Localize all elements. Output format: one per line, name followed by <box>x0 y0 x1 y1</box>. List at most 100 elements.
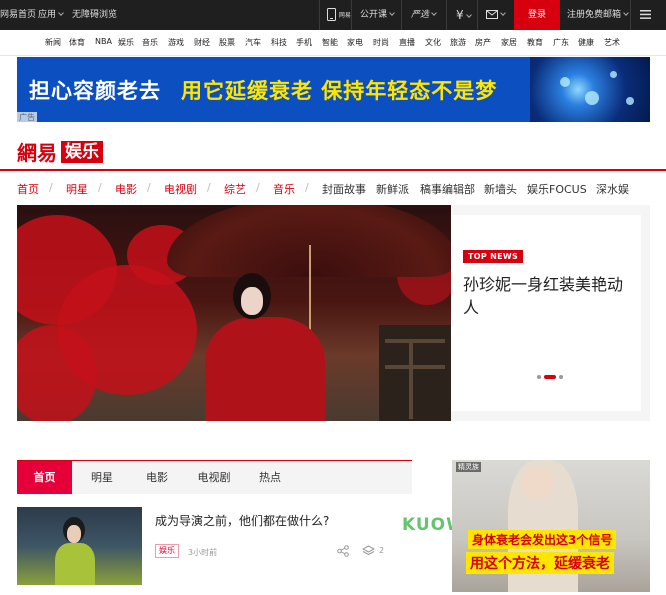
channel-link[interactable]: 汽车 <box>245 37 261 48</box>
article-title[interactable]: 成为导演之前，他们都在做什么? <box>155 512 329 529</box>
chevron-down-icon <box>623 10 629 16</box>
channel-link[interactable]: 科技 <box>271 37 287 48</box>
more-menu[interactable] <box>640 0 651 30</box>
nav-stars[interactable]: 明星 <box>66 181 88 197</box>
hero-caption-card[interactable]: TOP NEWS 孙珍妮一身红装美艳动人 <box>451 205 650 421</box>
nav-separator: / <box>256 181 260 194</box>
apps-menu[interactable]: 应用 <box>38 0 64 30</box>
comment-count: 2 <box>379 546 385 555</box>
yanxuan-menu[interactable]: 严选 <box>411 0 437 30</box>
nav-focus[interactable]: 娱乐FOCUS <box>527 181 587 197</box>
chevron-down-icon <box>500 10 506 16</box>
nav-tv[interactable]: 电视剧 <box>164 181 197 197</box>
logo-site-name: 網易 <box>17 141 57 165</box>
divider <box>401 0 402 30</box>
slide-dot-active[interactable] <box>544 375 556 379</box>
content-tabs: 首页 明星 电影 电视剧 热点 <box>17 460 412 494</box>
channel-link[interactable]: 音乐 <box>142 37 158 48</box>
chevron-down-icon <box>465 12 472 18</box>
channel-link[interactable]: 体育 <box>69 37 85 48</box>
channel-link[interactable]: 时尚 <box>373 37 389 48</box>
chevron-down-icon <box>389 10 395 16</box>
divider <box>319 0 320 30</box>
divider <box>477 0 478 30</box>
mail-icon <box>486 10 498 19</box>
payment-menu[interactable]: ¥ <box>456 0 472 30</box>
stack-icon[interactable] <box>362 545 375 557</box>
accessible-browsing-link[interactable]: 无障碍浏览 <box>72 0 117 30</box>
share-icon[interactable] <box>337 545 349 557</box>
channel-link[interactable]: 广东 <box>553 37 569 48</box>
chevron-down-icon <box>58 10 64 16</box>
tab-movies[interactable]: 电影 <box>138 461 176 494</box>
article-time: 3小时前 <box>188 548 218 557</box>
nav-home[interactable]: 首页 <box>17 181 39 197</box>
nav-movies[interactable]: 电影 <box>115 181 137 197</box>
tab-stars[interactable]: 明星 <box>83 461 121 494</box>
nav-music[interactable]: 音乐 <box>273 181 295 197</box>
chevron-down-icon <box>431 10 437 16</box>
mobile-app-link[interactable]: 网易 <box>327 0 351 30</box>
nav-editorial[interactable]: 稿事编辑部 <box>420 181 475 197</box>
netease-home-link[interactable]: 网易首页 <box>0 0 36 30</box>
slide-dot[interactable] <box>559 375 563 379</box>
channel-link[interactable]: 财经 <box>194 37 210 48</box>
channel-link[interactable]: 娱乐 <box>118 37 134 48</box>
channel-link[interactable]: 旅游 <box>450 37 466 48</box>
nav-variety[interactable]: 综艺 <box>224 181 246 197</box>
side-ad-tag: 精灵族 <box>456 462 481 472</box>
channel-link[interactable]: 新闻 <box>45 37 61 48</box>
slide-dot[interactable] <box>537 375 541 379</box>
nav-separator: / <box>147 181 151 194</box>
article-thumbnail[interactable] <box>17 507 142 585</box>
nav-separator: / <box>305 181 309 194</box>
header-divider <box>0 169 666 171</box>
open-course-label: 公开课 <box>360 10 388 20</box>
divider <box>630 0 631 30</box>
menu-icon <box>640 10 651 19</box>
site-logo[interactable]: 網易 娱乐 <box>17 137 103 165</box>
nav-deep-water[interactable]: 深水娱 <box>596 181 629 197</box>
nav-separator: / <box>207 181 211 194</box>
tab-tv[interactable]: 电视剧 <box>193 461 235 494</box>
channel-link[interactable]: 直播 <box>399 37 415 48</box>
hero-title[interactable]: 孙珍妮一身红装美艳动人 <box>463 273 635 319</box>
article-category-tag[interactable]: 娱乐 <box>155 544 179 558</box>
mail-menu[interactable] <box>486 0 506 30</box>
ad-cell-image <box>530 57 650 122</box>
channel-link[interactable]: 游戏 <box>168 37 184 48</box>
nav-separator: / <box>49 181 53 194</box>
nav-new-wall[interactable]: 新墙头 <box>484 181 517 197</box>
tab-hot[interactable]: 热点 <box>251 461 289 494</box>
login-button[interactable]: 登录 <box>514 0 560 30</box>
register-mail-menu[interactable]: 注册免费邮箱 <box>567 0 629 30</box>
yanxuan-label: 严选 <box>411 10 430 20</box>
channel-link[interactable]: 艺术 <box>604 37 620 48</box>
channel-link[interactable]: 家居 <box>501 37 517 48</box>
divider <box>446 0 447 30</box>
channel-link[interactable]: 健康 <box>578 37 594 48</box>
ad-text-yellow: 用它延缓衰老 保持年轻态不是梦 <box>181 79 498 103</box>
open-course-menu[interactable]: 公开课 <box>360 0 395 30</box>
channel-link[interactable]: 文化 <box>425 37 441 48</box>
channel-link[interactable]: 股票 <box>219 37 235 48</box>
channel-link[interactable]: 家电 <box>347 37 363 48</box>
ad-banner[interactable]: 担心容颜老去 用它延缓衰老 保持年轻态不是梦 <box>17 57 650 122</box>
top-bar: 网易首页 应用 无障碍浏览 网易 公开课 严选 ¥ 登录 注册免费邮箱 <box>0 0 666 30</box>
side-ad[interactable]: 精灵族 身体衰老会发出这3个信号 用这个方法，延缓衰老 <box>452 460 650 592</box>
channel-link[interactable]: 手机 <box>296 37 312 48</box>
channel-link[interactable]: 智能 <box>322 37 338 48</box>
hero-image[interactable] <box>17 205 451 421</box>
nav-separator: / <box>98 181 102 194</box>
side-ad-line2: 用这个方法，延缓衰老 <box>466 552 614 574</box>
tab-home[interactable]: 首页 <box>17 461 72 494</box>
nav-fresh[interactable]: 新鲜派 <box>376 181 409 197</box>
side-ad-line1: 身体衰老会发出这3个信号 <box>468 530 617 549</box>
channel-nav: 新闻 体育 NBA 娱乐 音乐 游戏 财经 股票 汽车 科技 手机 智能 家电 … <box>0 30 666 56</box>
top-news-badge: TOP NEWS <box>463 250 524 263</box>
nav-cover-story[interactable]: 封面故事 <box>322 181 366 197</box>
channel-link[interactable]: 教育 <box>527 37 543 48</box>
currency-icon: ¥ <box>456 8 464 22</box>
channel-link[interactable]: 房产 <box>475 37 491 48</box>
channel-link[interactable]: NBA <box>95 37 112 46</box>
